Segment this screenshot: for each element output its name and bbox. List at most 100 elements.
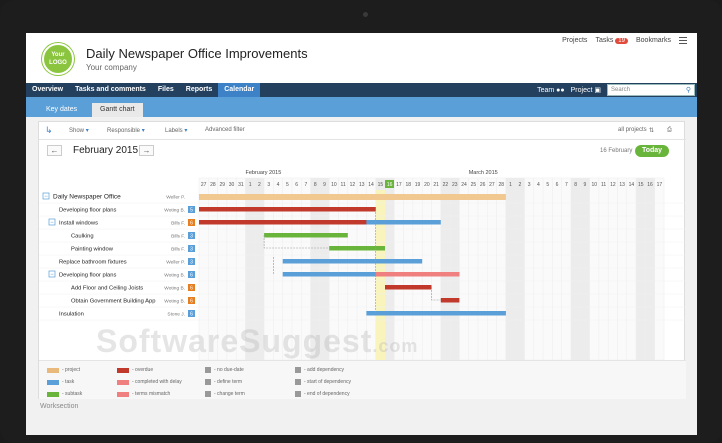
app-window: { "app": { "logo_lines": ["Your", "LOGO"… [26, 33, 697, 435]
day-column [421, 177, 432, 360]
day-column [580, 177, 590, 360]
footer-brand: Worksection [40, 403, 79, 410]
legend-item: - overdue [117, 367, 153, 373]
search-icon[interactable]: ⚲ [686, 86, 691, 94]
collapse-sign: − [50, 220, 54, 226]
filter-advanced[interactable]: Advanced filter [205, 127, 245, 133]
task-count: 5 [190, 208, 193, 214]
day-column [617, 177, 628, 360]
task-person: Bills F. [171, 247, 185, 253]
task-person: Woting B. [164, 208, 185, 214]
legend-label: - terms mismatch [132, 391, 171, 397]
company-name: Your company [86, 63, 137, 72]
month-label: February 2015 [246, 170, 282, 176]
project-link[interactable]: Project ▣ [571, 86, 601, 94]
legend-swatch [47, 379, 59, 385]
gantt-bar [282, 259, 423, 264]
day-label: 5 [286, 182, 289, 188]
today-button[interactable]: Today [635, 145, 669, 157]
dependency-toggle-icon[interactable]: ↳ [45, 125, 53, 136]
day-label: 15 [378, 182, 384, 188]
bookmarks-link[interactable]: Bookmarks [636, 37, 671, 44]
legend-item: - completed with delay [117, 379, 182, 385]
day-column [459, 177, 469, 360]
company-logo[interactable]: Your LOGO [42, 43, 74, 75]
team-link[interactable]: Team ●● [537, 87, 565, 94]
day-label: 8 [314, 182, 317, 188]
legend-item: - start of dependency [295, 379, 351, 385]
menu-icon[interactable] [679, 37, 687, 44]
task-count: 3 [190, 260, 193, 266]
day-column [542, 177, 553, 360]
task-person: Stone J. [167, 312, 185, 318]
tab-gantt-chart[interactable]: Gantt chart [92, 103, 143, 117]
day-label: 9 [584, 182, 587, 188]
day-column [561, 177, 572, 360]
top-links: Projects Tasks 19 Bookmarks [562, 37, 687, 44]
prev-month-button[interactable]: ← [47, 145, 62, 156]
day-label: 2 [518, 182, 521, 188]
filter-responsible[interactable]: Responsible ▾ [107, 127, 145, 134]
day-label: 10 [331, 182, 337, 188]
day-column [496, 177, 507, 360]
tab-key-dates[interactable]: Key dates [38, 103, 85, 117]
filter-labels[interactable]: Labels ▾ [165, 127, 187, 134]
day-label: 26 [480, 182, 486, 188]
delay-bar [375, 272, 460, 277]
day-column [645, 177, 655, 360]
task-count: 6 [190, 273, 193, 279]
day-column [477, 177, 488, 360]
nav-reports[interactable]: Reports [180, 83, 218, 97]
nav-tasks[interactable]: Tasks and comments [69, 83, 152, 97]
day-label: 7 [305, 182, 308, 188]
nav-files[interactable]: Files [152, 83, 180, 97]
day-label: 12 [610, 182, 616, 188]
filter-show[interactable]: Show ▾ [69, 127, 89, 134]
projects-link[interactable]: Projects [562, 37, 587, 44]
legend-item: - end of dependency [295, 391, 350, 397]
task-name: Insulation [59, 312, 84, 318]
print-icon[interactable]: ⎙ [667, 127, 672, 134]
day-column [449, 177, 460, 360]
day-label: 27 [489, 182, 495, 188]
day-label: 17 [396, 182, 402, 188]
task-count: 6 [190, 312, 193, 318]
legend-swatch [117, 367, 129, 373]
legend-swatch [205, 367, 211, 373]
nav-overview[interactable]: Overview [26, 83, 69, 97]
legend-item: - terms mismatch [117, 391, 170, 397]
header: Your LOGO Daily Newspaper Office Improvem… [26, 33, 697, 83]
watermark: SoftwareSuggest.com [96, 323, 419, 359]
day-column [440, 177, 451, 360]
task-count: 6 [190, 299, 193, 305]
day-label: 2 [258, 182, 261, 188]
gantt-bar [264, 233, 348, 238]
task-person: Woting B. [164, 286, 185, 292]
day-column [607, 177, 618, 360]
nav-calendar[interactable]: Calendar [218, 83, 261, 97]
day-label: 23 [452, 182, 458, 188]
tasks-link[interactable]: Tasks 19 [595, 37, 628, 44]
task-count: 6 [190, 286, 193, 292]
day-label: 7 [565, 182, 568, 188]
task-count: 3 [190, 234, 193, 240]
search-input[interactable]: Search ⚲ [607, 84, 695, 96]
day-label: 8 [574, 182, 577, 188]
day-label: 14 [368, 182, 374, 188]
task-person: Weller P. [166, 260, 185, 266]
all-projects-link[interactable]: all projects [618, 127, 647, 133]
project-title: Daily Newspaper Office Improvements [86, 46, 308, 61]
day-column [524, 177, 535, 360]
legend-item: - no due-date [205, 367, 244, 373]
month-label: March 2015 [469, 170, 498, 176]
legend-label: - completed with delay [132, 379, 182, 385]
task-name: Developing floor plans [59, 273, 116, 279]
sort-icon[interactable]: ⇅ [649, 127, 654, 134]
day-label: 22 [443, 182, 449, 188]
gantt-bar [366, 311, 506, 316]
day-label: 19 [415, 182, 421, 188]
task-person: Bills F. [171, 234, 185, 240]
next-month-button[interactable]: → [139, 145, 154, 156]
legend-swatch [47, 391, 59, 397]
task-count: 3 [190, 247, 193, 253]
